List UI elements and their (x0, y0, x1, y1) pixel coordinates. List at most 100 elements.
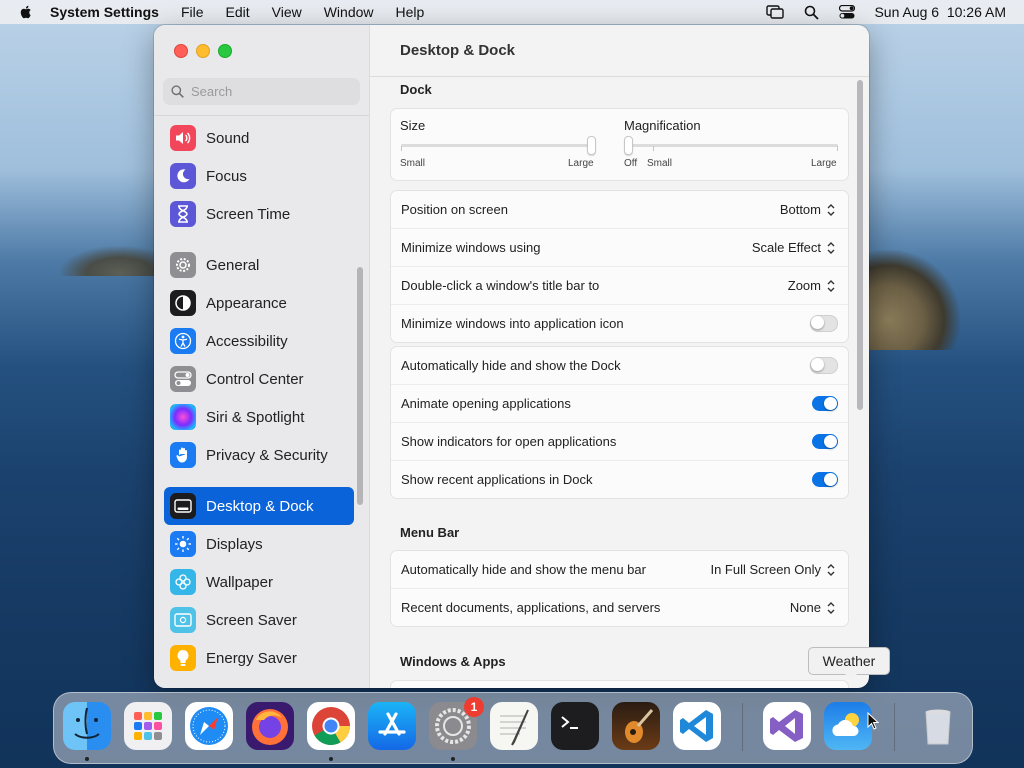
animate-opening-row: Animate opening applications (391, 385, 848, 423)
popup-value: Zoom (787, 278, 821, 293)
sidebar-item-siri-spotlight[interactable]: Siri & Spotlight (164, 398, 354, 436)
chrome-app-icon[interactable] (307, 702, 355, 750)
section-dock-heading: Dock (400, 82, 432, 97)
auto-hide-dock-row: Automatically hide and show the Dock (391, 347, 848, 385)
magnification-slider-track[interactable] (627, 144, 838, 147)
running-indicator (85, 757, 89, 761)
sound-icon (170, 125, 196, 151)
sidebar-item-label: Appearance (206, 294, 287, 312)
sidebar-item-appearance[interactable]: Appearance (164, 284, 354, 322)
lightbulb-icon (170, 645, 196, 671)
terminal-app-icon[interactable] (551, 702, 599, 750)
window-controls (174, 44, 232, 58)
sidebar-item-sound[interactable]: Sound (164, 119, 354, 157)
sidebar-item-screen-saver[interactable]: Screen Saver (164, 601, 354, 639)
sidebar-item-label: Accessibility (206, 332, 288, 350)
page-title: Desktop & Dock (400, 42, 516, 59)
chevron-updown-icon (827, 563, 835, 576)
magnification-slider-thumb[interactable] (624, 136, 633, 155)
sidebar-item-accessibility[interactable]: Accessibility (164, 322, 354, 360)
animate-opening-toggle[interactable] (812, 396, 838, 411)
sidebar-item-displays[interactable]: Displays (164, 525, 354, 563)
visual-studio-app-icon[interactable] (763, 702, 811, 750)
menu-help[interactable]: Help (396, 4, 425, 20)
auto-hide-menu-bar-row: Automatically hide and show the menu bar… (391, 551, 848, 589)
show-indicators-toggle[interactable] (812, 434, 838, 449)
auto-hide-menu-bar-popup[interactable]: In Full Screen Only (710, 562, 836, 577)
sidebar-item-label: Wallpaper (206, 573, 273, 591)
sidebar-scrollbar[interactable] (357, 267, 363, 505)
app-store-app-icon[interactable] (368, 702, 416, 750)
row-label: Automatically hide and show the menu bar (401, 562, 646, 577)
dock-separator (742, 703, 743, 751)
dock-options-card: Position on screen Bottom Minimize windo… (390, 190, 849, 343)
menu-view[interactable]: View (272, 4, 302, 20)
row-label: Show recent applications in Dock (401, 472, 593, 487)
chevron-updown-icon (827, 279, 835, 292)
close-button[interactable] (174, 44, 188, 58)
firefox-app-icon[interactable] (246, 702, 294, 750)
sidebar-search-field[interactable]: Search (163, 78, 360, 105)
system-settings-app-icon[interactable]: 1 (429, 697, 484, 750)
weather-app-icon[interactable] (824, 702, 872, 750)
garageband-app-icon[interactable] (612, 702, 660, 750)
row-label: Automatically hide and show the Dock (401, 358, 621, 373)
menu-bar-clock[interactable]: Sun Aug 6 10:26 AM (874, 4, 1006, 20)
control-center-icon[interactable] (838, 4, 856, 20)
minimize-into-app-icon-toggle[interactable] (810, 315, 838, 332)
position-popup[interactable]: Bottom (780, 202, 836, 217)
double-click-title-bar-row: Double-click a window's title bar to Zoo… (391, 267, 848, 305)
launchpad-app-icon[interactable] (124, 702, 172, 750)
sidebar-item-label: Desktop & Dock (206, 497, 314, 515)
content-scrollbar[interactable] (857, 80, 863, 410)
sidebar-item-desktop-dock[interactable]: Desktop & Dock (164, 487, 354, 525)
sidebar-item-screen-time[interactable]: Screen Time (164, 195, 354, 233)
menu-file[interactable]: File (181, 4, 204, 20)
double-click-popup[interactable]: Zoom (788, 278, 836, 293)
appearance-icon (170, 290, 196, 316)
sidebar-item-control-center[interactable]: Control Center (164, 360, 354, 398)
sidebar-item-label: Sound (206, 129, 250, 147)
sidebar-item-label: Screen Saver (206, 611, 297, 629)
sidebar-item-energy-saver[interactable]: Energy Saver (164, 639, 354, 677)
menu-bar-card: Automatically hide and show the menu bar… (390, 550, 849, 627)
size-slider-track[interactable] (401, 144, 594, 147)
sidebar-item-privacy-security[interactable]: Privacy & Security (164, 436, 354, 474)
accessibility-icon (170, 328, 196, 354)
apple-menu-icon[interactable] (18, 4, 34, 20)
recent-documents-popup[interactable]: None (790, 600, 836, 615)
menu-app-name[interactable]: System Settings (50, 4, 159, 20)
sidebar-item-label: Siri & Spotlight (206, 408, 305, 426)
trash-app-icon[interactable] (914, 702, 962, 750)
sidebar-item-label: Focus (206, 167, 247, 185)
menu-window[interactable]: Window (324, 4, 374, 20)
dock-separator (894, 703, 895, 751)
sidebar-item-wallpaper[interactable]: Wallpaper (164, 563, 354, 601)
section-menu-bar-heading: Menu Bar (400, 525, 460, 540)
magnification-min-label: Small (647, 158, 673, 169)
size-slider-thumb[interactable] (587, 136, 596, 155)
sidebar-item-general[interactable]: General (164, 246, 354, 284)
zoom-button[interactable] (218, 44, 232, 58)
magnification-off-label: Off (624, 158, 638, 169)
safari-app-icon[interactable] (185, 702, 233, 750)
auto-hide-dock-toggle[interactable] (810, 357, 838, 374)
textedit-app-icon[interactable] (490, 702, 538, 750)
row-label: Show indicators for open applications (401, 434, 617, 449)
finder-app-icon[interactable] (63, 702, 111, 750)
notification-badge: 1 (464, 697, 484, 717)
size-slider-tick (401, 146, 402, 151)
menu-edit[interactable]: Edit (226, 4, 250, 20)
sidebar-item-focus[interactable]: Focus (164, 157, 354, 195)
titlebar-divider (370, 76, 869, 77)
spotlight-search-icon[interactable] (802, 4, 820, 20)
screen-mirroring-icon[interactable] (766, 4, 785, 20)
row-label: Minimize windows into application icon (401, 316, 624, 331)
show-indicators-row: Show indicators for open applications (391, 423, 848, 461)
vscode-app-icon[interactable] (673, 702, 721, 750)
minimize-effect-popup[interactable]: Scale Effect (752, 240, 836, 255)
sidebar-divider (154, 115, 369, 116)
show-recent-apps-toggle[interactable] (812, 472, 838, 487)
screen-saver-icon (170, 607, 196, 633)
minimize-button[interactable] (196, 44, 210, 58)
